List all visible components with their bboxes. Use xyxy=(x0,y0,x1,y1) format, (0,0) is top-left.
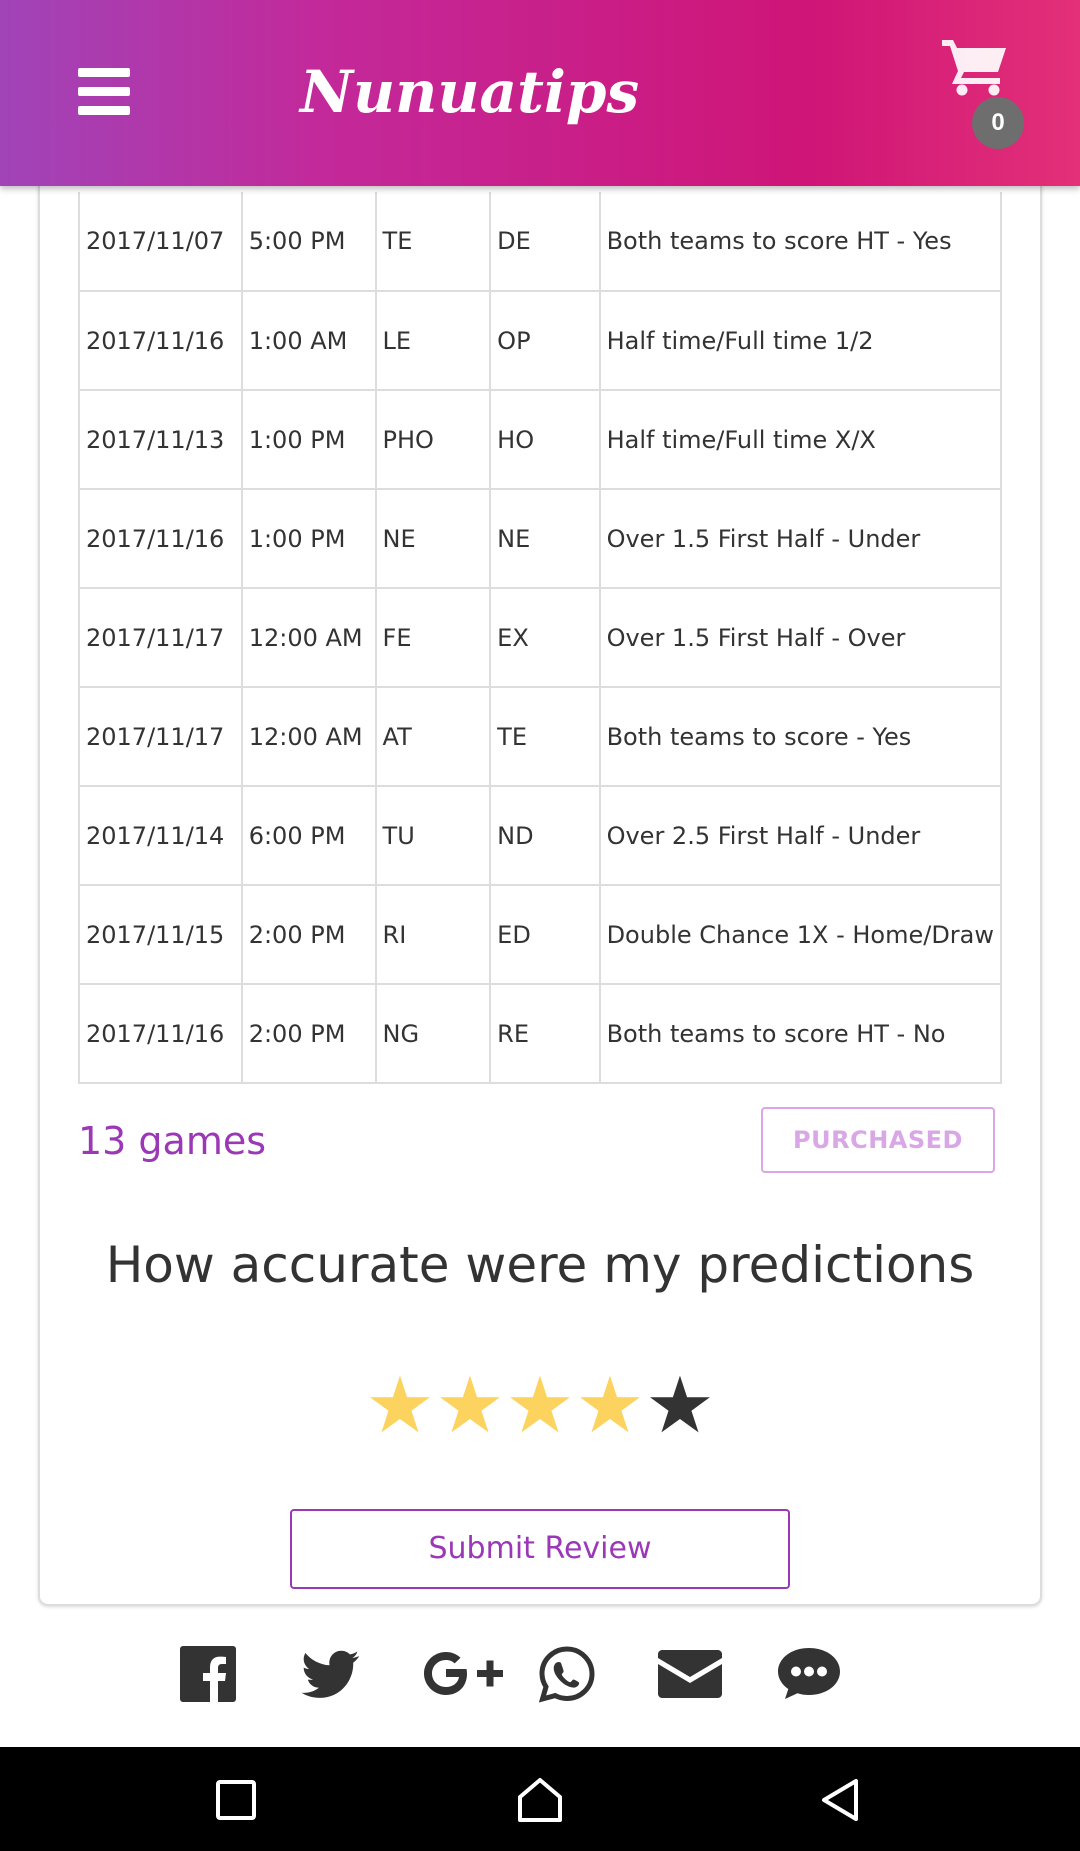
system-nav-bar xyxy=(0,1747,1080,1851)
star-rating: ★ ★ ★ ★ ★ xyxy=(365,1365,715,1445)
star-4-icon[interactable]: ★ xyxy=(575,1365,645,1445)
cell-home-team: FE xyxy=(374,587,492,688)
cell-away-team: TE xyxy=(489,686,601,787)
cell-prediction: Both teams to score HT - No xyxy=(598,983,1003,1084)
table-row: 2017/11/16 2:00 PM NG RE Both teams to score… xyxy=(78,983,1003,1084)
cell-time: 2:00 PM xyxy=(240,983,377,1084)
cell-date: 2017/11/15 xyxy=(78,884,243,985)
cell-home-team: TU xyxy=(374,785,492,886)
star-2-icon[interactable]: ★ xyxy=(435,1365,505,1445)
review-title: How accurate were my predictions xyxy=(105,1236,975,1294)
app-header: Nunuatips 0 xyxy=(0,0,1080,186)
cell-time: 2:00 PM xyxy=(240,884,377,985)
recents-icon[interactable] xyxy=(211,1775,261,1825)
cell-date: 2017/11/16 xyxy=(78,488,243,589)
cell-prediction: Both teams to score HT - Yes xyxy=(598,192,1003,292)
back-icon[interactable] xyxy=(816,1775,866,1825)
cell-home-team: NE xyxy=(374,488,492,589)
cell-time: 12:00 AM xyxy=(240,587,377,688)
cart-count-badge: 0 xyxy=(972,97,1024,149)
cell-away-team: HO xyxy=(489,389,601,490)
table-row: 2017/11/16 1:00 PM NE NE Over 1.5 First Half… xyxy=(78,488,1003,589)
cell-date: 2017/11/07 xyxy=(78,192,243,292)
cell-date: 2017/11/16 xyxy=(78,290,243,391)
cell-home-team: RI xyxy=(374,884,492,985)
cell-prediction: Both teams to score - Yes xyxy=(598,686,1003,787)
cell-away-team: ED xyxy=(489,884,601,985)
cell-date: 2017/11/14 xyxy=(78,785,243,886)
tips-table-body: 2017/11/07 5:00 PM TE DE Both teams to score… xyxy=(78,192,1003,1084)
purchased-button[interactable]: PURCHASED xyxy=(761,1107,995,1173)
cell-prediction: Over 2.5 First Half - Under xyxy=(598,785,1003,886)
cell-home-team: NG xyxy=(374,983,492,1084)
table-row: 2017/11/17 12:00 AM FE EX Over 1.5 First Hal… xyxy=(78,587,1003,688)
cell-prediction: Half time/Full time X/X xyxy=(598,389,1003,490)
cell-away-team: RE xyxy=(489,983,601,1084)
cell-prediction: Over 1.5 First Half - Over xyxy=(598,587,1003,688)
cell-time: 1:00 PM xyxy=(240,389,377,490)
chat-icon[interactable] xyxy=(776,1644,842,1704)
brand-logo[interactable]: Nunuatips xyxy=(300,52,639,132)
cell-time: 1:00 PM xyxy=(240,488,377,589)
cell-away-team: DE xyxy=(489,192,601,292)
cell-prediction: Double Chance 1X - Home/Draw xyxy=(598,884,1003,985)
cell-away-team: OP xyxy=(489,290,601,391)
cell-date: 2017/11/13 xyxy=(78,389,243,490)
table-row: 2017/11/16 1:00 AM LE OP Half time/Full time… xyxy=(78,290,1003,391)
menu-icon[interactable] xyxy=(78,68,130,115)
cell-date: 2017/11/16 xyxy=(78,983,243,1084)
table-row: 2017/11/17 12:00 AM AT TE Both teams to scor… xyxy=(78,686,1003,787)
star-1-icon[interactable]: ★ xyxy=(365,1365,435,1445)
cell-home-team: LE xyxy=(374,290,492,391)
star-3-icon[interactable]: ★ xyxy=(505,1365,575,1445)
cell-date: 2017/11/17 xyxy=(78,587,243,688)
cell-time: 1:00 AM xyxy=(240,290,377,391)
cell-away-team: ND xyxy=(489,785,601,886)
cell-time: 12:00 AM xyxy=(240,686,377,787)
star-5-icon[interactable]: ★ xyxy=(645,1365,715,1445)
cell-time: 6:00 PM xyxy=(240,785,377,886)
table-row: 2017/11/15 2:00 PM RI ED Double Chance 1X - … xyxy=(78,884,1003,985)
cell-home-team: PHO xyxy=(374,389,492,490)
submit-review-button[interactable]: Submit Review xyxy=(290,1509,790,1589)
cell-away-team: EX xyxy=(489,587,601,688)
cell-time: 5:00 PM xyxy=(240,192,377,292)
tips-table: 2017/11/07 5:00 PM TE DE Both teams to score… xyxy=(78,192,1003,1084)
cart-icon[interactable] xyxy=(940,36,1010,96)
cell-away-team: NE xyxy=(489,488,601,589)
cell-date: 2017/11/17 xyxy=(78,686,243,787)
table-row: 2017/11/13 1:00 PM PHO HO Half time/Full tim… xyxy=(78,389,1003,490)
google-plus-icon[interactable] xyxy=(420,1644,504,1704)
table-row: 2017/11/14 6:00 PM TU ND Over 2.5 First Half… xyxy=(78,785,1003,886)
home-icon[interactable] xyxy=(515,1775,565,1825)
games-count: 13 games xyxy=(78,1119,267,1163)
whatsapp-icon[interactable] xyxy=(538,1644,596,1704)
app-screen: 2017/11/07 5:00 PM TE DE Both teams to score… xyxy=(0,0,1080,1851)
facebook-icon[interactable] xyxy=(180,1644,236,1704)
cell-prediction: Half time/Full time 1/2 xyxy=(598,290,1003,391)
cell-prediction: Over 1.5 First Half - Under xyxy=(598,488,1003,589)
email-icon[interactable] xyxy=(658,1644,722,1704)
cell-home-team: TE xyxy=(374,192,492,292)
twitter-icon[interactable] xyxy=(302,1644,360,1704)
cell-home-team: AT xyxy=(374,686,492,787)
table-row: 2017/11/07 5:00 PM TE DE Both teams to score… xyxy=(78,192,1003,292)
